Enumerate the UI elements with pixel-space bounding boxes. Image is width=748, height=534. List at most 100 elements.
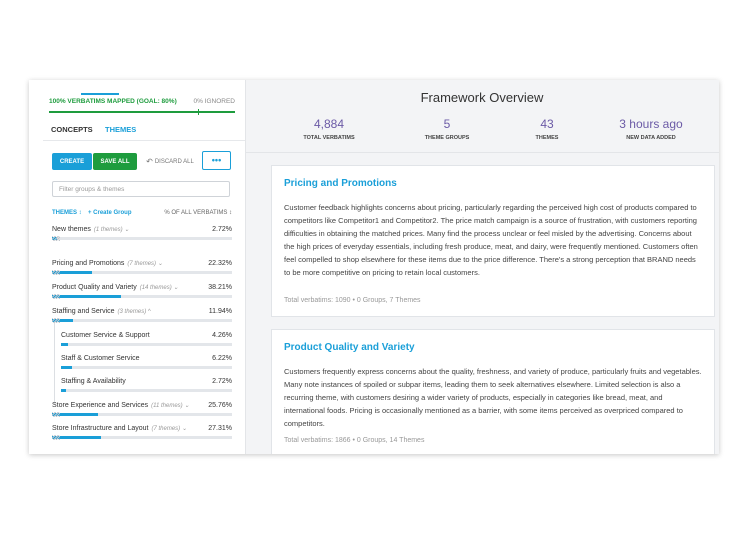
theme-group-row[interactable]: Staffing and Service (3 themes) ^ 11.94% <box>52 308 232 330</box>
theme-group-row[interactable]: Store Experience and Services (11 themes)… <box>52 402 232 424</box>
filter-input[interactable]: Filter groups & themes <box>52 181 230 197</box>
theme-name-text: Staffing and Service <box>52 308 115 315</box>
theme-percent-bar-fill <box>61 366 72 369</box>
theme-name: Store Infrastructure and Layout (7 themes… <box>52 425 187 432</box>
theme-percent: 11.94% <box>208 308 232 315</box>
theme-percent-bar <box>61 343 232 346</box>
theme-percent: 2.72% <box>212 378 232 385</box>
stat-total-verbatims: 4,884 TOTAL VERBATIMS <box>284 117 374 141</box>
themes-sidebar: 100% VERBATIMS MAPPED (GOAL: 80%) 0% IGN… <box>29 80 246 454</box>
discard-all-label: DISCARD ALL <box>154 158 194 165</box>
theme-group-row[interactable]: Pricing and Promotions (7 themes) ⌄ 22.32% <box>52 260 232 282</box>
theme-name: Pricing and Promotions (7 themes) ⌄ <box>52 260 163 267</box>
more-options-button[interactable]: ••• <box>202 151 231 170</box>
group-indent-line <box>54 322 55 404</box>
stat-themes: 43 THEMES <box>502 117 592 141</box>
theme-percent-bar-fill <box>61 389 66 392</box>
theme-count-toggle[interactable]: (1 themes) ⌄ <box>94 227 129 233</box>
goal-marker <box>197 109 199 115</box>
app-window: 100% VERBATIMS MAPPED (GOAL: 80%) 0% IGN… <box>29 80 719 454</box>
theme-list-header: THEMES ↕ + Create Group % OF ALL VERBATI… <box>52 210 232 220</box>
theme-group-card[interactable]: Pricing and Promotions Customer feedback… <box>271 165 715 317</box>
sort-percent-button[interactable]: % OF ALL VERBATIMS ↕ <box>164 210 232 216</box>
active-tab-indicator <box>81 93 119 95</box>
stat-value: 4,884 <box>313 117 345 131</box>
theme-name: Staffing and Service (3 themes) ^ <box>52 308 151 315</box>
theme-name-text: Product Quality and Variety <box>52 284 137 291</box>
progress-bar-fill <box>49 111 235 113</box>
discard-all-button[interactable]: ↶ DISCARD ALL <box>145 153 195 170</box>
ignored-label: 0% IGNORED <box>193 98 235 105</box>
card-title[interactable]: Pricing and Promotions <box>284 178 397 189</box>
create-button[interactable]: CREATE <box>52 153 92 170</box>
hatch-marker <box>52 270 60 275</box>
mapping-progress: 100% VERBATIMS MAPPED (GOAL: 80%) 0% IGN… <box>49 98 235 108</box>
save-all-button[interactable]: SAVE ALL <box>93 153 137 170</box>
theme-percent: 4.26% <box>212 332 232 339</box>
stat-value: 5 <box>443 117 451 131</box>
theme-name: Staffing & Availability <box>61 378 126 385</box>
theme-percent-bar <box>52 413 232 416</box>
tab-themes[interactable]: THEMES <box>105 125 136 134</box>
theme-percent-bar <box>52 436 232 439</box>
hatch-marker <box>52 435 60 440</box>
tab-divider <box>43 140 245 141</box>
theme-group-card[interactable]: Product Quality and Variety Customers fr… <box>271 329 715 454</box>
theme-count-toggle[interactable]: (3 themes) ^ <box>118 309 151 315</box>
stat-label: TOTAL VERBATIMS <box>303 135 355 141</box>
tab-concepts[interactable]: CONCEPTS <box>51 125 93 134</box>
theme-name: New themes (1 themes) ⌄ <box>52 226 129 233</box>
theme-percent-bar-fill <box>52 295 121 298</box>
theme-count-toggle[interactable]: (7 themes) ⌄ <box>152 426 187 432</box>
header-divider <box>245 152 719 153</box>
theme-name: Store Experience and Services (11 themes)… <box>52 402 189 409</box>
card-summary: Customers frequently express concerns ab… <box>284 367 702 428</box>
mapped-label: 100% VERBATIMS MAPPED (GOAL: 80%) <box>49 98 177 105</box>
theme-percent: 6.22% <box>212 355 232 362</box>
undo-icon: ↶ <box>146 157 153 166</box>
hatch-marker <box>52 318 60 323</box>
theme-count-toggle[interactable]: (14 themes) ⌄ <box>140 285 179 291</box>
theme-name-text: Staffing & Availability <box>61 378 126 385</box>
theme-percent-bar <box>61 389 232 392</box>
theme-count-toggle[interactable]: (7 themes) ⌄ <box>127 261 162 267</box>
theme-percent: 2.72% <box>212 226 232 233</box>
stat-value: 3 hours ago <box>619 117 683 131</box>
card-title[interactable]: Product Quality and Variety <box>284 342 415 353</box>
theme-percent: 25.76% <box>208 402 232 409</box>
card-meta: Total verbatims: 1090 • 0 Groups, 7 Them… <box>284 297 421 304</box>
theme-name: Staff & Customer Service <box>61 355 139 362</box>
theme-group-row[interactable]: Store Infrastructure and Layout (7 themes… <box>52 425 232 447</box>
theme-name-text: Store Infrastructure and Layout <box>52 425 149 432</box>
page-title: Framework Overview <box>420 90 544 105</box>
theme-percent: 27.31% <box>208 425 232 432</box>
stat-value: 43 <box>540 117 554 131</box>
theme-group-row[interactable]: Product Quality and Variety (14 themes) ⌄… <box>52 284 232 306</box>
stat-label: NEW DATA ADDED <box>626 135 676 141</box>
card-summary: Customer feedback highlights concerns ab… <box>284 203 698 277</box>
theme-row[interactable]: Staff & Customer Service 6.22% <box>61 355 232 377</box>
theme-percent-bar <box>52 295 232 298</box>
theme-percent-bar-fill <box>61 343 69 346</box>
theme-name-text: Staff & Customer Service <box>61 355 140 362</box>
hatch-marker <box>52 412 60 417</box>
theme-name-text: Store Experience and Services <box>52 402 149 409</box>
theme-name-text: New themes <box>52 226 91 233</box>
theme-row[interactable]: Customer Service & Support 4.26% <box>61 332 232 354</box>
hatch-marker <box>52 294 60 299</box>
progress-bar <box>49 109 235 115</box>
theme-count-toggle[interactable]: (11 themes) ⌄ <box>151 403 189 409</box>
theme-percent-bar <box>61 366 232 369</box>
theme-percent: 22.32% <box>208 260 232 267</box>
sort-themes-button[interactable]: THEMES ↕ <box>52 210 82 216</box>
hatch-marker <box>52 236 60 241</box>
theme-percent: 38.21% <box>208 284 232 291</box>
theme-name-text: Customer Service & Support <box>61 332 150 339</box>
theme-name: Product Quality and Variety (14 themes) ⌄ <box>52 284 178 291</box>
create-group-button[interactable]: + Create Group <box>88 210 132 216</box>
theme-group-row[interactable]: New themes (1 themes) ⌄ 2.72% <box>52 226 232 248</box>
theme-name: Customer Service & Support <box>61 332 150 339</box>
stat-new-data: 3 hours ago NEW DATA ADDED <box>606 117 696 141</box>
theme-row[interactable]: Staffing & Availability 2.72% <box>61 378 232 400</box>
theme-percent-bar <box>52 319 232 322</box>
